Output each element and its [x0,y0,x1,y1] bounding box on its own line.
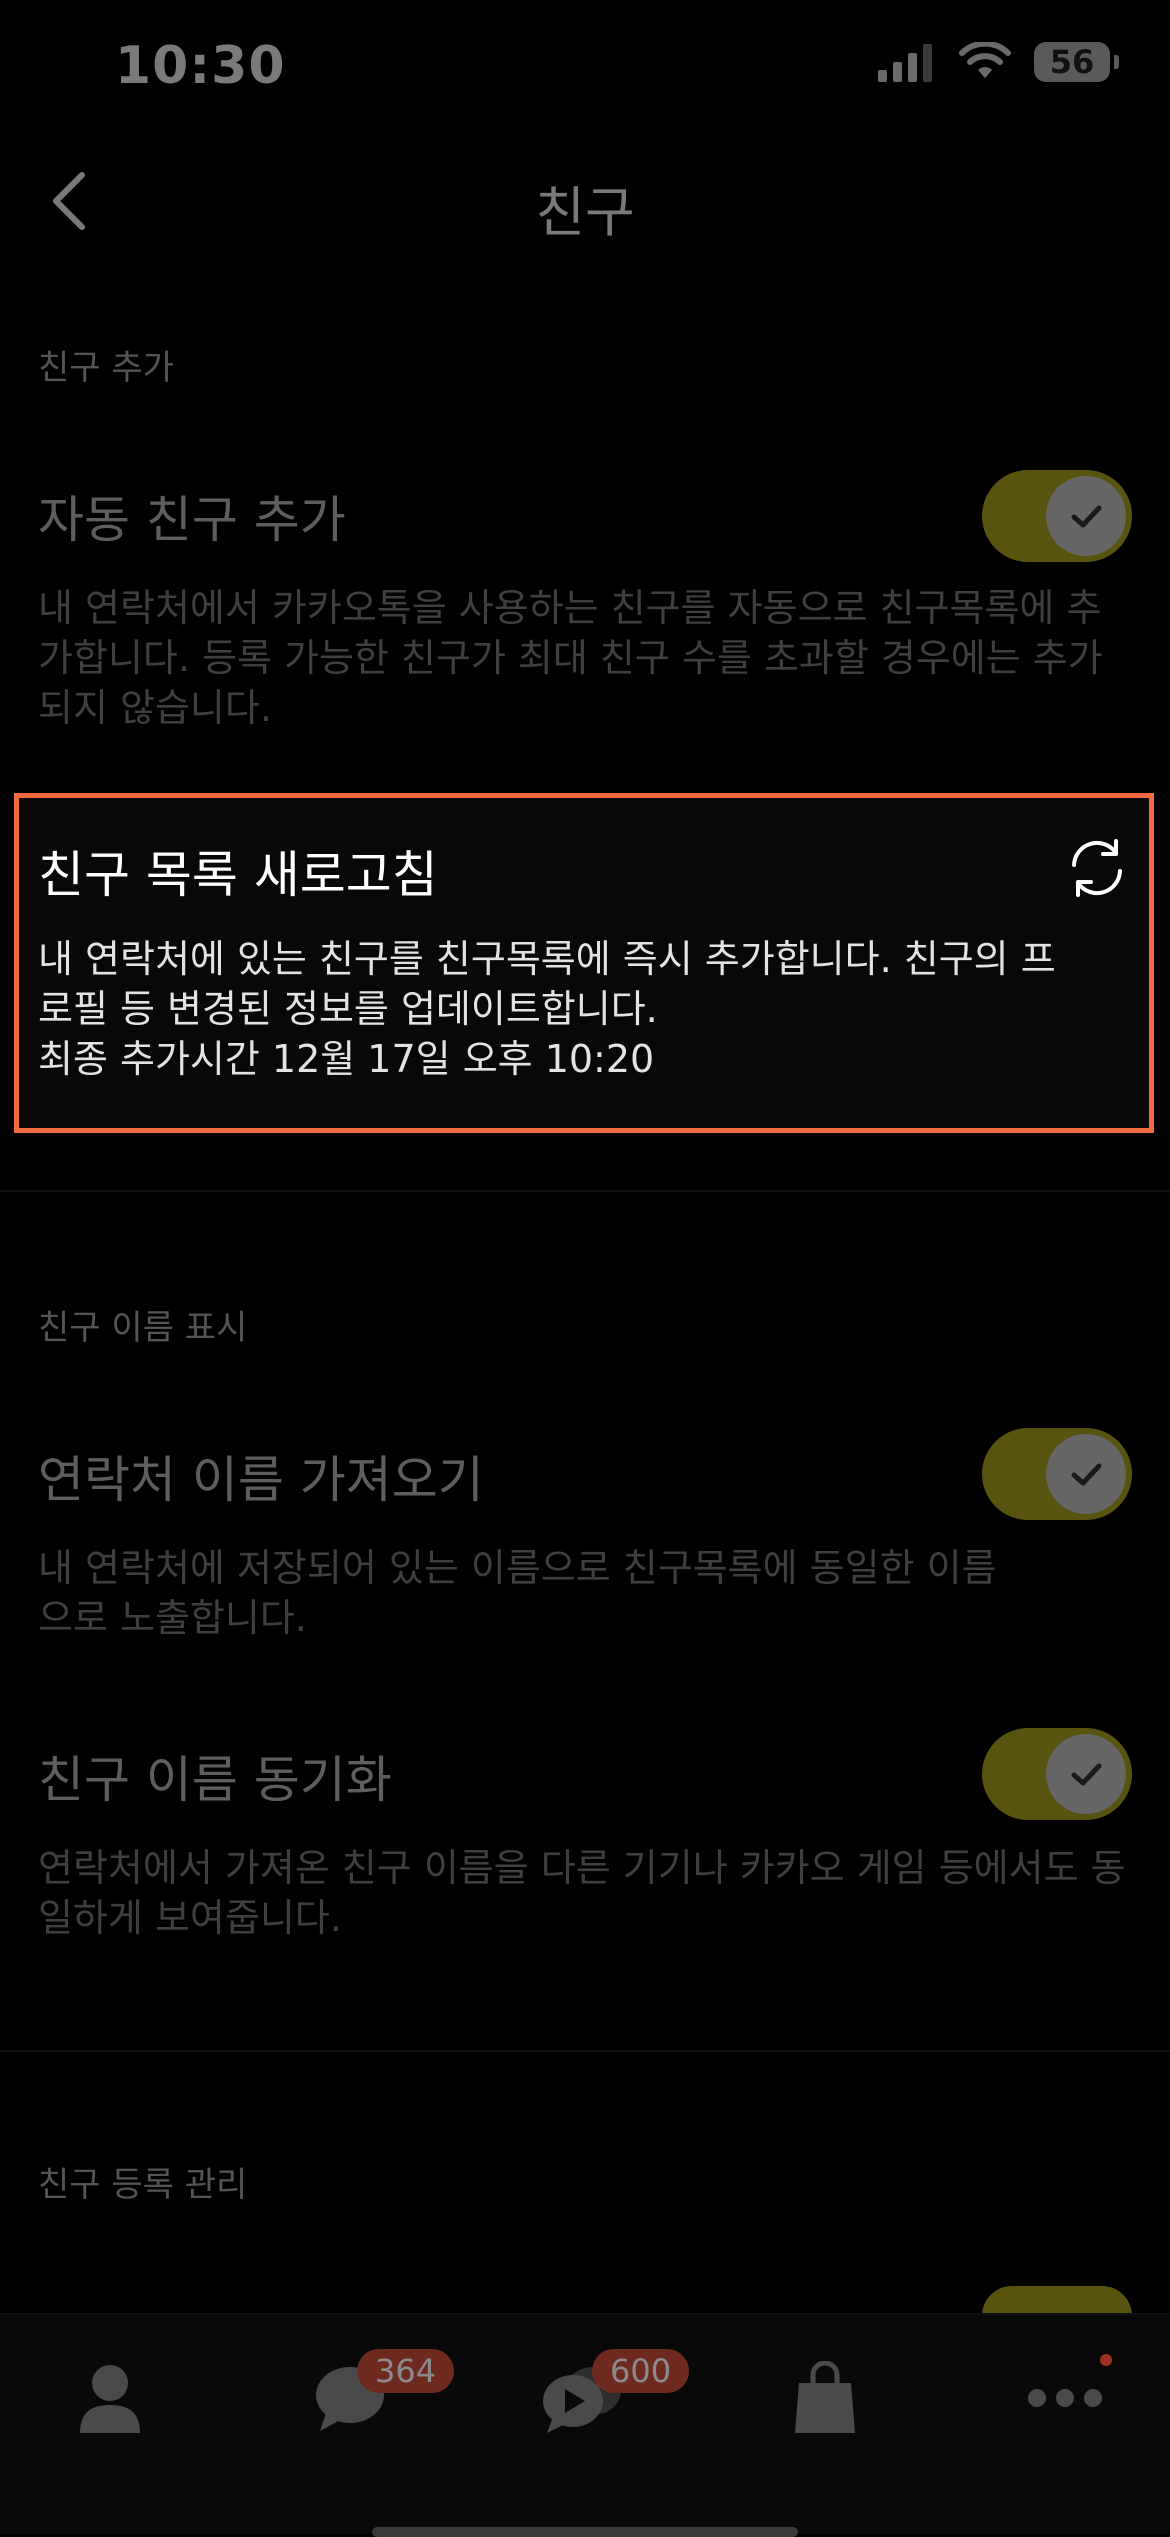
section-label-name: 친구 이름 표시 [38,1308,248,1348]
tab-shopping[interactable] [775,2348,875,2448]
sync-names-toggle[interactable] [982,1728,1132,1820]
section-divider [0,2050,1170,2052]
tab-friends[interactable] [60,2348,160,2448]
check-icon [1071,1763,1102,1786]
toggle-knob [1046,476,1126,556]
refresh-icon[interactable] [1064,835,1130,901]
check-icon [1071,1463,1102,1486]
toggle-knob [1046,1734,1126,1814]
import-names-description: 내 연락처에 저장되어 있는 이름으로 친구목록에 동일한 이름으로 노출합니다… [38,1546,997,1640]
check-icon [1071,505,1102,528]
status-time: 10:30 [115,36,286,96]
last-added-time: 최종 추가시간 12월 17일 오후 10:20 [38,1037,655,1081]
sync-names-title: 친구 이름 동기화 [38,1751,392,1809]
openchat-badge: 600 [592,2349,690,2393]
home-indicator [372,2527,798,2537]
section-label-add: 친구 추가 [38,348,174,388]
auto-add-toggle[interactable] [982,470,1132,562]
wifi-icon [959,42,1011,78]
page-title: 친구 [535,181,635,244]
import-names-title: 연락처 이름 가져오기 [38,1451,484,1509]
refresh-title: 친구 목록 새로고침 [38,846,438,904]
auto-add-description: 내 연락처에서 카카오톡을 사용하는 친구를 자동으로 친구목록에 추가합니다.… [38,586,1103,730]
shopping-bag-icon [795,2361,855,2433]
signal-icon [878,44,932,82]
chat-badge: 364 [357,2349,455,2393]
person-icon [80,2365,140,2433]
more-notification-dot [1100,2354,1112,2366]
battery-indicator: 56 [1034,42,1119,82]
refresh-description-text: 내 연락처에 있는 친구를 친구목록에 즉시 추가합니다. 친구의 프로필 등 … [38,937,1056,1031]
import-names-toggle[interactable] [982,1428,1132,1520]
auto-add-title: 자동 친구 추가 [38,491,346,549]
manage-toggle-partial[interactable] [982,2286,1132,2316]
toggle-knob [1046,1434,1126,1514]
section-divider [0,1190,1170,1192]
section-label-manage: 친구 등록 관리 [38,2165,248,2205]
refresh-description: 내 연락처에 있는 친구를 친구목록에 즉시 추가합니다. 친구의 프로필 등 … [38,934,1078,1084]
more-icon [1028,2389,1102,2407]
status-icons: 56 [876,42,1119,82]
sync-names-description: 연락처에서 가져온 친구 이름을 다른 기기나 카카오 게임 등에서도 동일하게… [38,1846,1126,1940]
